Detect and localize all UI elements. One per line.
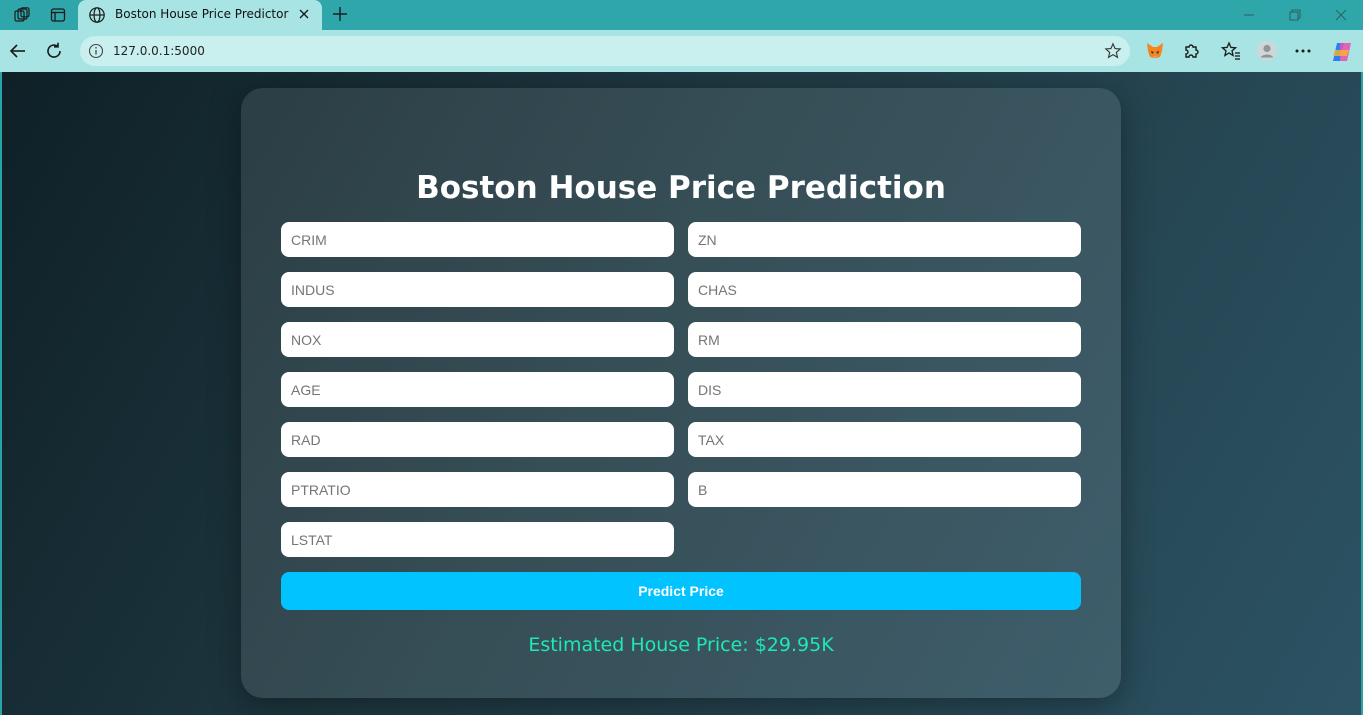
zn-input[interactable] bbox=[688, 222, 1081, 257]
tax-input[interactable] bbox=[688, 422, 1081, 457]
new-tab-icon[interactable] bbox=[330, 4, 350, 24]
restore-icon[interactable] bbox=[1286, 6, 1304, 24]
chas-input[interactable] bbox=[688, 272, 1081, 307]
page-viewport: Boston House Price Prediction Predict Pr… bbox=[2, 72, 1361, 715]
ptratio-input[interactable] bbox=[281, 472, 674, 507]
indus-input[interactable] bbox=[281, 272, 674, 307]
workspaces-icon[interactable] bbox=[12, 5, 32, 25]
globe-icon bbox=[88, 6, 106, 29]
active-tab[interactable]: Boston House Price Predictor bbox=[78, 0, 322, 30]
close-icon[interactable] bbox=[296, 6, 312, 27]
tab-title: Boston House Price Predictor bbox=[115, 7, 289, 21]
predict-price-button[interactable]: Predict Price bbox=[281, 572, 1081, 610]
metamask-icon[interactable] bbox=[1144, 40, 1166, 62]
refresh-icon[interactable] bbox=[44, 41, 64, 61]
address-bar[interactable]: 127.0.0.1:5000 bbox=[80, 36, 1130, 66]
dis-input[interactable] bbox=[688, 372, 1081, 407]
minimize-icon[interactable] bbox=[1240, 6, 1258, 24]
star-icon[interactable] bbox=[1104, 42, 1122, 65]
nox-input[interactable] bbox=[281, 322, 674, 357]
rad-input[interactable] bbox=[281, 422, 674, 457]
back-icon[interactable] bbox=[8, 41, 28, 61]
favorites-icon[interactable] bbox=[1220, 40, 1242, 62]
browser-toolbar: 127.0.0.1:5000 bbox=[0, 30, 1363, 72]
more-icon[interactable] bbox=[1292, 40, 1314, 62]
page-title: Boston House Price Prediction bbox=[416, 170, 946, 206]
tab-actions-icon[interactable] bbox=[48, 5, 68, 25]
url-text[interactable]: 127.0.0.1:5000 bbox=[113, 44, 205, 58]
window-close-icon[interactable] bbox=[1332, 6, 1350, 24]
lstat-input[interactable] bbox=[281, 522, 674, 557]
crim-input[interactable] bbox=[281, 222, 674, 257]
rm-input[interactable] bbox=[688, 322, 1081, 357]
prediction-card: Boston House Price Prediction Predict Pr… bbox=[241, 88, 1121, 698]
estimated-price-result: Estimated House Price: $29.95K bbox=[528, 634, 834, 656]
profile-icon[interactable] bbox=[1256, 40, 1278, 62]
copilot-icon[interactable] bbox=[1330, 40, 1352, 62]
info-icon[interactable] bbox=[88, 43, 104, 64]
extensions-icon[interactable] bbox=[1180, 40, 1202, 62]
b-input[interactable] bbox=[688, 472, 1081, 507]
browser-title-bar: Boston House Price Predictor bbox=[0, 0, 1363, 30]
age-input[interactable] bbox=[281, 372, 674, 407]
